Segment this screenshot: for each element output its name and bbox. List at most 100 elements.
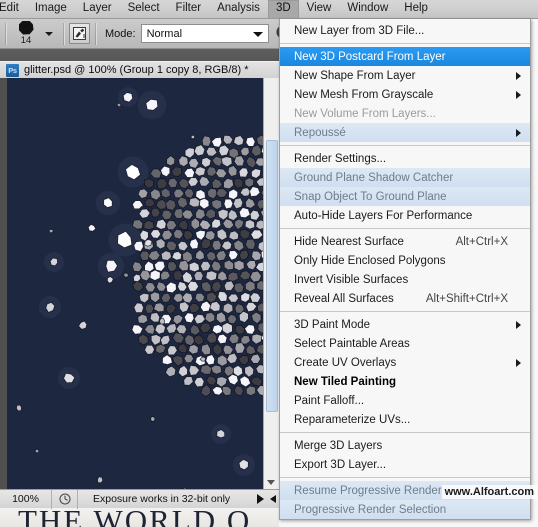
menu-item-label: Merge 3D Layers	[294, 439, 383, 452]
menu-item-progressive-render-selection: Progressive Render Selection	[280, 500, 530, 519]
menu-item-render-settings[interactable]: Render Settings...	[280, 149, 530, 168]
menu-item-label: Reveal All Surfaces	[294, 292, 394, 305]
menu-item-label: New Shape From Layer	[294, 69, 416, 82]
menu-label: Help	[404, 2, 428, 14]
chevron-down-icon[interactable]	[267, 480, 275, 485]
menu-item-label: Progressive Render Selection	[294, 503, 447, 516]
menu-separator	[280, 311, 530, 312]
menu-item-label: Render Settings...	[294, 152, 387, 165]
menu-label: Image	[34, 2, 67, 14]
menu-item-label: New Volume From Layers...	[294, 107, 436, 120]
menu-item-label: Select Paintable Areas	[294, 337, 410, 350]
submenu-arrow-icon	[516, 72, 521, 80]
menu-item-new-shape-from-layer[interactable]: New Shape From Layer	[280, 66, 530, 85]
document-window	[0, 78, 279, 489]
menu-3d-dropdown: New Layer from 3D File... New 3D Postcard…	[279, 19, 531, 520]
menu-item-label: 3D Paint Mode	[294, 318, 371, 331]
menu-item-select-paintable-areas[interactable]: Select Paintable Areas	[280, 334, 530, 353]
menu-layer[interactable]: Layer	[75, 0, 120, 19]
menu-label: Filter	[175, 2, 202, 14]
chevron-down-icon	[252, 32, 263, 37]
menu-item-label: New Layer from 3D File...	[294, 24, 425, 37]
menu-edit[interactable]: Edit	[0, 0, 27, 19]
menu-item-reparameterize-uvs[interactable]: Reparameterize UVs...	[280, 410, 530, 429]
brush-panel-icon[interactable]	[69, 23, 90, 44]
menu-item-snap-object-to-ground-plane: Snap Object To Ground Plane	[280, 187, 530, 206]
menu-item-new-mesh-from-grayscale[interactable]: New Mesh From Grayscale	[280, 85, 530, 104]
zoom-level-field[interactable]: 100%	[0, 489, 52, 509]
menu-item-merge-3d-layers[interactable]: Merge 3D Layers	[280, 436, 530, 455]
clock-icon[interactable]	[52, 489, 78, 509]
menu-item-new-volume-from-layers: New Volume From Layers...	[280, 104, 530, 123]
menu-item-label: New 3D Postcard From Layer	[294, 50, 446, 63]
menu-item-hide-nearest-surface[interactable]: Hide Nearest Surface Alt+Ctrl+X	[280, 232, 530, 251]
menu-item-export-3d-layer[interactable]: Export 3D Layer...	[280, 455, 530, 474]
play-arrow-icon[interactable]	[257, 494, 264, 504]
toolbar-divider	[95, 22, 96, 45]
menu-item-label: Repoussé	[294, 126, 346, 139]
menu-view[interactable]: View	[299, 0, 340, 19]
left-arrow-icon[interactable]	[270, 495, 276, 503]
canvas-gutter	[0, 78, 7, 489]
menu-item-shortcut: Alt+Ctrl+X	[455, 235, 508, 248]
menu-item-new-tiled-painting[interactable]: New Tiled Painting	[280, 372, 530, 391]
status-message: Exposure works in 32-bit only	[93, 493, 231, 505]
menu-help[interactable]: Help	[396, 0, 436, 19]
submenu-arrow-icon	[516, 359, 521, 367]
menu-label: Analysis	[217, 2, 260, 14]
menu-analysis[interactable]: Analysis	[209, 0, 268, 19]
toolbar-divider	[5, 22, 6, 45]
chevron-down-icon[interactable]	[45, 31, 53, 36]
blend-mode-label: Mode:	[105, 27, 136, 40]
background-heading-text: THE WORLD O	[18, 508, 252, 527]
menu-3d[interactable]: 3D	[267, 0, 299, 19]
site-watermark: www.Alfoart.com	[441, 485, 537, 499]
image-canvas[interactable]	[7, 78, 263, 489]
menu-item-new-3d-postcard-from-layer[interactable]: New 3D Postcard From Layer	[280, 47, 530, 66]
submenu-arrow-icon	[516, 91, 521, 99]
menu-item-label: New Tiled Painting	[294, 375, 397, 388]
toolbar-divider	[63, 22, 64, 45]
menu-item-reveal-all-surfaces[interactable]: Reveal All Surfaces Alt+Shift+Ctrl+X	[280, 289, 530, 308]
menu-item-label: Only Hide Enclosed Polygons	[294, 254, 446, 267]
brush-preset-picker[interactable]: 14	[11, 20, 41, 48]
menu-item-3d-paint-mode[interactable]: 3D Paint Mode	[280, 315, 530, 334]
glitter-artwork	[7, 78, 263, 489]
menu-separator	[280, 477, 530, 478]
menu-window[interactable]: Window	[339, 0, 396, 19]
menu-item-label: New Mesh From Grayscale	[294, 88, 434, 101]
menu-item-label: Invert Visible Surfaces	[294, 273, 409, 286]
menu-separator	[280, 432, 530, 433]
menu-separator	[280, 43, 530, 44]
menu-label: Select	[127, 2, 160, 14]
scrollbar-thumb[interactable]	[266, 140, 278, 412]
canvas-vertical-scrollbar[interactable]	[263, 78, 279, 489]
photoshop-file-icon: Ps	[6, 63, 19, 77]
menu-item-auto-hide-layers-for-performance[interactable]: Auto-Hide Layers For Performance	[280, 206, 530, 225]
menu-filter[interactable]: Filter	[168, 0, 210, 19]
blend-mode-select[interactable]: Normal	[140, 24, 269, 43]
brush-size-label: 14	[20, 34, 32, 46]
menu-item-label: Create UV Overlays	[294, 356, 397, 369]
menu-item-label: Ground Plane Shadow Catcher	[294, 171, 454, 184]
menu-item-new-layer-from-3d-file[interactable]: New Layer from 3D File...	[280, 21, 530, 40]
document-tab[interactable]: Ps glitter.psd @ 100% (Group 1 copy 8, R…	[0, 61, 279, 78]
menu-item-paint-falloff[interactable]: Paint Falloff...	[280, 391, 530, 410]
menu-item-only-hide-enclosed-polygons[interactable]: Only Hide Enclosed Polygons	[280, 251, 530, 270]
background-page: THE WORLD O	[0, 508, 279, 527]
status-bar: 100% Exposure works in 32-bit only	[0, 489, 279, 509]
menu-item-repouss: Repoussé	[280, 123, 530, 142]
submenu-arrow-icon	[516, 129, 521, 137]
menu-item-label: Paint Falloff...	[294, 394, 365, 407]
menu-item-label: Resume Progressive Render	[294, 484, 442, 497]
menu-item-invert-visible-surfaces[interactable]: Invert Visible Surfaces	[280, 270, 530, 289]
brush-blob-icon	[18, 20, 34, 35]
menu-separator	[280, 145, 530, 146]
document-tab-bar: Ps glitter.psd @ 100% (Group 1 copy 8, R…	[0, 49, 279, 78]
menu-item-create-uv-overlays[interactable]: Create UV Overlays	[280, 353, 530, 372]
menu-image[interactable]: Image	[27, 0, 75, 19]
blend-mode-value: Normal	[146, 27, 183, 40]
menu-label: View	[306, 2, 332, 14]
document-tab-title: glitter.psd @ 100% (Group 1 copy 8, RGB/…	[24, 64, 249, 76]
menu-select[interactable]: Select	[120, 0, 168, 19]
